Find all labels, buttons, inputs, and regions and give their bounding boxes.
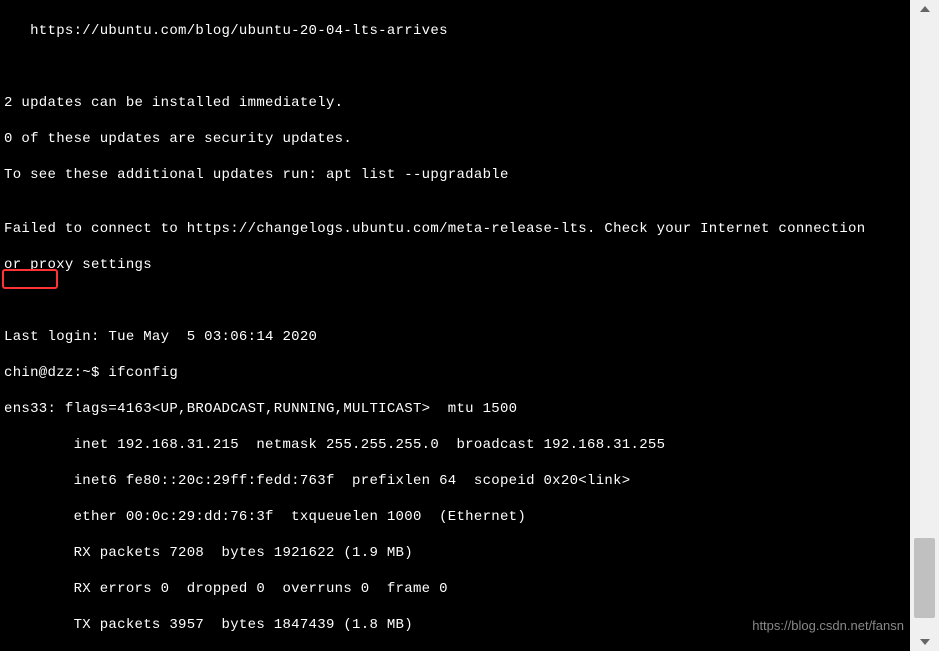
chevron-down-icon bbox=[920, 639, 930, 645]
ifconfig-ens33-line: inet6 fe80::20c:29ff:fedd:763f prefixlen… bbox=[4, 472, 906, 490]
vertical-scrollbar[interactable] bbox=[910, 0, 939, 651]
ifconfig-ens33-line: RX errors 0 dropped 0 overruns 0 frame 0 bbox=[4, 580, 906, 598]
terminal-content[interactable]: https://ubuntu.com/blog/ubuntu-20-04-lts… bbox=[0, 0, 910, 651]
chevron-up-icon bbox=[920, 6, 930, 12]
motd-line: https://ubuntu.com/blog/ubuntu-20-04-lts… bbox=[4, 22, 906, 40]
lastlogin-line: Last login: Tue May 5 03:06:14 2020 bbox=[4, 328, 906, 346]
prompt-line: chin@dzz:~$ ifconfig bbox=[4, 364, 906, 382]
scroll-down-button[interactable] bbox=[910, 633, 939, 651]
failed-line: or proxy settings bbox=[4, 256, 906, 274]
scroll-up-button[interactable] bbox=[910, 0, 939, 18]
terminal-window[interactable]: https://ubuntu.com/blog/ubuntu-20-04-lts… bbox=[0, 0, 910, 651]
failed-line: Failed to connect to https://changelogs.… bbox=[4, 220, 906, 238]
updates-line: 2 updates can be installed immediately. bbox=[4, 94, 906, 112]
updates-line: 0 of these updates are security updates. bbox=[4, 130, 906, 148]
ifconfig-ens33-line: ens33: flags=4163<UP,BROADCAST,RUNNING,M… bbox=[4, 400, 906, 418]
watermark-text: https://blog.csdn.net/fansn bbox=[752, 618, 904, 633]
ifconfig-ens33-line: ether 00:0c:29:dd:76:3f txqueuelen 1000 … bbox=[4, 508, 906, 526]
updates-line: To see these additional updates run: apt… bbox=[4, 166, 906, 184]
scroll-thumb[interactable] bbox=[914, 538, 935, 618]
ifconfig-ens33-line: RX packets 7208 bytes 1921622 (1.9 MB) bbox=[4, 544, 906, 562]
ifconfig-ens33-line: inet 192.168.31.215 netmask 255.255.255.… bbox=[4, 436, 906, 454]
